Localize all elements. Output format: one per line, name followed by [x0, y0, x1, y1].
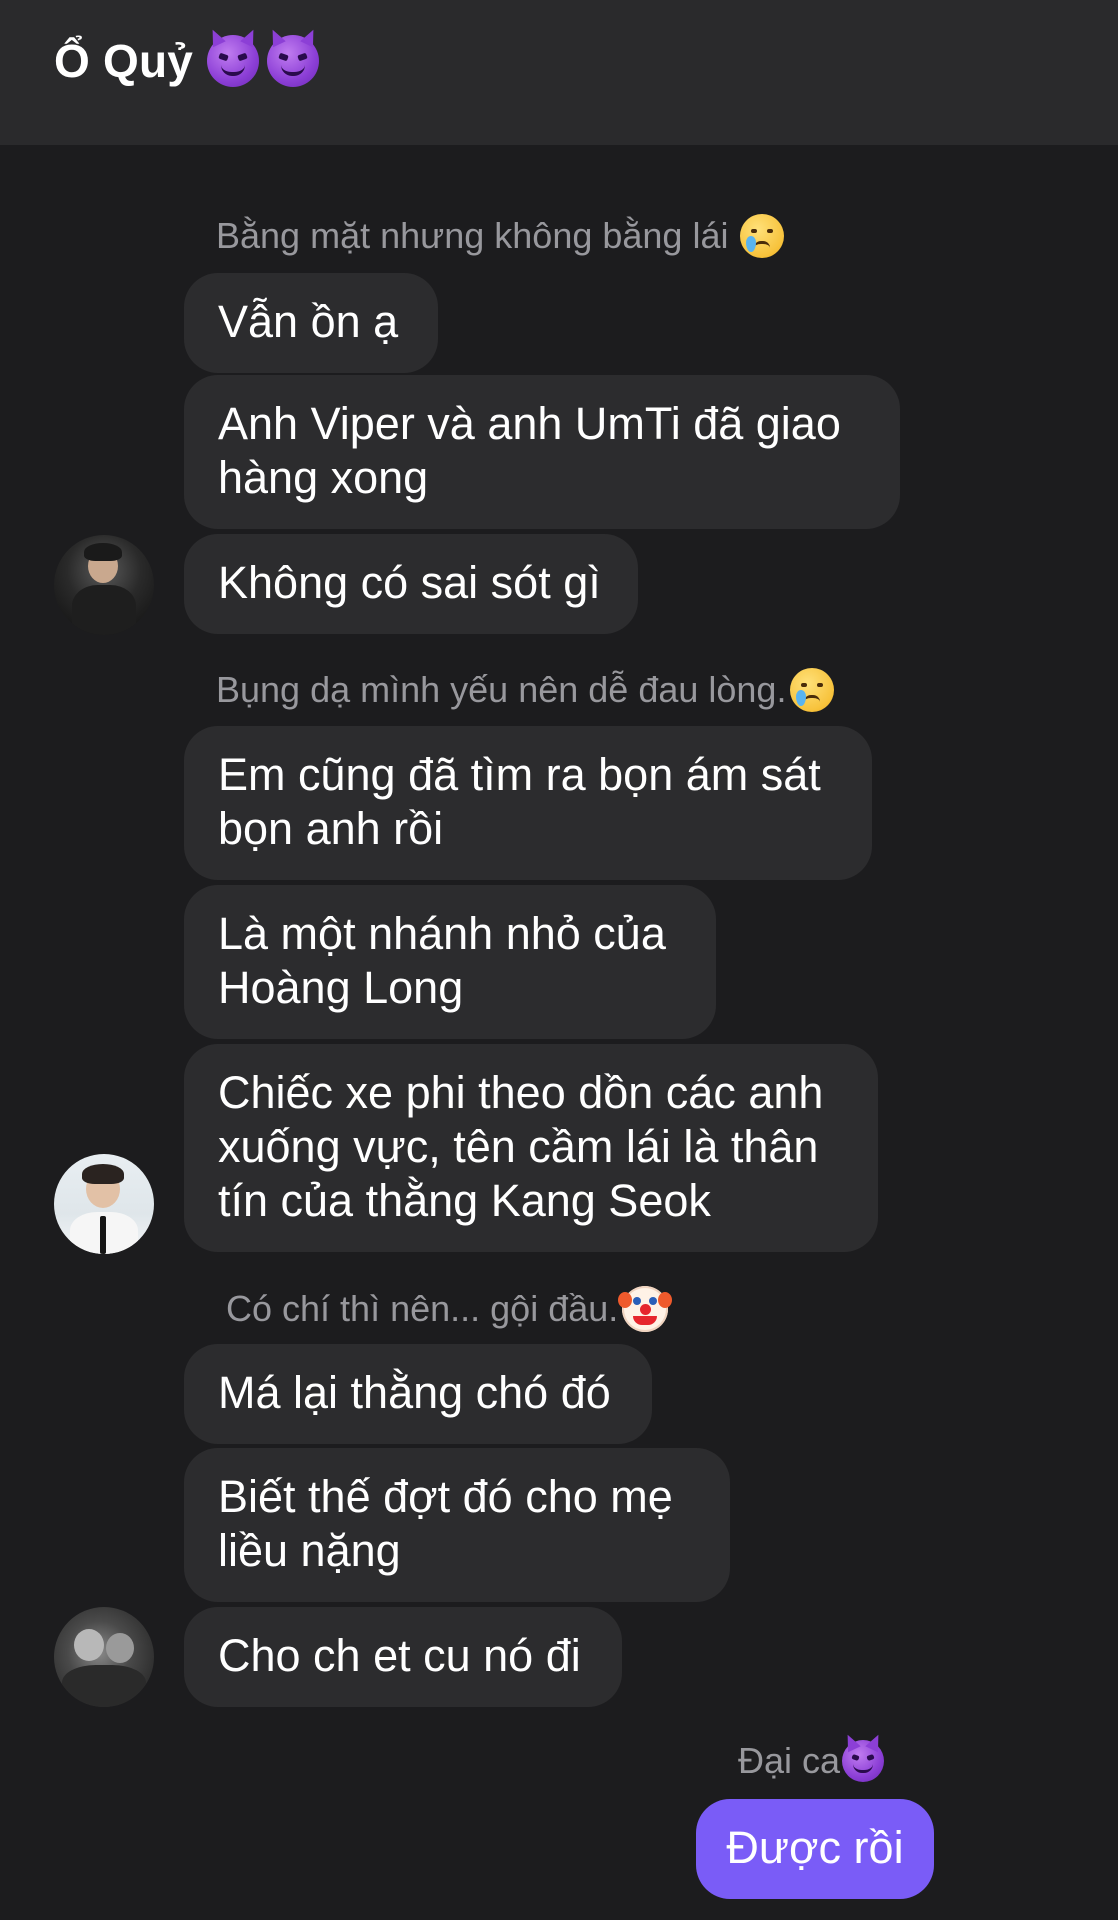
message-text: Chiếc xe phi theo dồn các anh xuống vực,… [218, 1067, 824, 1226]
sender-name-text: Bụng dạ mình yếu nên dễ đau lòng. [216, 669, 787, 710]
message-bubble[interactable]: Cho ch et cu nó đi [184, 1607, 622, 1707]
message-bubble[interactable]: Em cũng đã tìm ra bọn ám sát bọn anh rồi [184, 726, 872, 880]
smiling-face-with-horns-icon [842, 1740, 885, 1782]
smiling-face-with-horns-icon [207, 35, 260, 87]
sender-name: Bụng dạ mình yếu nên dễ đau lòng. [216, 668, 835, 712]
crying-face-icon [790, 668, 835, 712]
smiling-face-with-horns-icon [267, 35, 320, 87]
message-text: Anh Viper và anh UmTi đã giao hàng xong [218, 398, 841, 503]
message-text: Không có sai sót gì [218, 557, 601, 608]
sender-name-text: Có chí thì nên... gội đầu. [226, 1288, 619, 1329]
chat-title-text: Ổ Quỷ [54, 35, 194, 87]
chat-title[interactable]: Ổ Quỷ [54, 34, 320, 88]
message-text: Cho ch et cu nó đi [218, 1630, 581, 1681]
message-bubble[interactable]: Anh Viper và anh UmTi đã giao hàng xong [184, 375, 900, 529]
avatar[interactable] [54, 1607, 154, 1707]
sender-name-text: Bằng mặt nhưng không bằng lái [216, 215, 729, 256]
message-text: Được rồi [726, 1822, 904, 1873]
message-bubble[interactable]: Vẫn ồn ạ [184, 273, 438, 373]
my-sender-name: Đại ca [738, 1740, 885, 1782]
message-text: Em cũng đã tìm ra bọn ám sát bọn anh rồi [218, 749, 821, 854]
sender-name: Có chí thì nên... gội đầu. [226, 1286, 673, 1332]
avatar[interactable] [54, 1154, 154, 1254]
message-text: Má lại thằng chó đó [218, 1367, 611, 1418]
my-message-bubble[interactable]: Được rồi [696, 1799, 934, 1899]
avatar[interactable] [54, 535, 154, 635]
message-bubble[interactable]: Má lại thằng chó đó [184, 1344, 652, 1444]
clown-face-icon [618, 1286, 673, 1332]
sender-name: Bằng mặt nhưng không bằng lái [216, 214, 785, 258]
message-text: Biết thế đợt đó cho mẹ liều nặng [218, 1471, 673, 1576]
message-bubble[interactable]: Biết thế đợt đó cho mẹ liều nặng [184, 1448, 730, 1602]
message-bubble[interactable]: Chiếc xe phi theo dồn các anh xuống vực,… [184, 1044, 878, 1252]
chat-header: Ổ Quỷ [0, 0, 1118, 145]
message-bubble[interactable]: Không có sai sót gì [184, 534, 638, 634]
message-text: Là một nhánh nhỏ của Hoàng Long [218, 908, 666, 1013]
crying-face-icon [740, 214, 785, 258]
sender-name-text: Đại ca [738, 1740, 841, 1781]
message-bubble[interactable]: Là một nhánh nhỏ của Hoàng Long [184, 885, 716, 1039]
message-text: Vẫn ồn ạ [218, 296, 399, 347]
